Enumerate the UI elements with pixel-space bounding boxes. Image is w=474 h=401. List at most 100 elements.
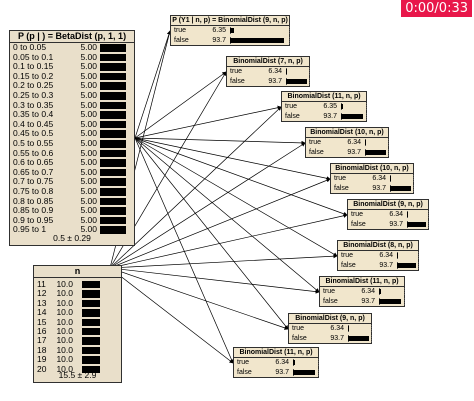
binomial-node[interactable]: BinomialDist (9, n, p) true 6.34 false 93.7: [347, 199, 429, 230]
n-node-title: n: [34, 266, 121, 278]
binomial-bar: [293, 369, 316, 375]
binomial-state-value: 93.7: [212, 36, 226, 44]
n-node-summary: 15.5 ± 2.9: [58, 370, 97, 380]
binomial-state-true: true 6.34: [320, 287, 405, 297]
binomial-bar: [407, 212, 409, 217]
arrow-from-n: [109, 254, 338, 269]
binomial-state-false: false 93.7: [348, 220, 429, 230]
arrow-from-n: [109, 267, 320, 294]
arrow-from-n: [109, 178, 331, 269]
beta-state-bar: [100, 82, 126, 90]
beta-state-bar: [100, 149, 126, 158]
binomial-state-true: true 6.34: [348, 210, 429, 220]
beta-state-bar: [100, 216, 126, 225]
beta-state-bar: [100, 140, 126, 148]
binomial-state-false: false 93.7: [234, 368, 319, 378]
n-node[interactable]: n 11 10.0 12 10.0 13 10.0 14 10.0 15 10.0 16 10.0 17…: [33, 265, 122, 383]
binomial-bar: [390, 176, 392, 181]
n-state-bar: [82, 328, 100, 336]
binomial-state-value: 93.7: [330, 334, 344, 342]
beta-state-bar: [100, 120, 126, 129]
arrow-from-n: [109, 106, 282, 269]
binomial-state-false: false 93.7: [331, 184, 414, 194]
binomial-node-title: P (Y1 | n, p) = BinomialDist (9, n, p): [171, 17, 289, 26]
binomial-state-value: 93.7: [389, 220, 403, 228]
binomial-bar: [230, 28, 234, 33]
beta-node-summary: 0.5 ± 0.29: [53, 233, 91, 243]
binomial-bar: [390, 185, 411, 191]
binomial-node[interactable]: BinomialDist (10, n, p) true 6.34 false 93.7: [330, 163, 414, 194]
binomial-state-value: 6.35: [323, 103, 337, 110]
binomial-node-title: BinomialDist (11, n, p): [234, 348, 318, 358]
n-state-row: 18 10.0: [34, 345, 121, 355]
binomial-state-label: true: [174, 27, 187, 34]
binomial-node-title: BinomialDist (9, n, p): [348, 200, 428, 210]
binomial-bar-track: [348, 325, 372, 332]
binomial-bar: [379, 289, 381, 294]
timer-badge: 0:00/0:33: [401, 0, 472, 17]
arrow-from-n: [109, 267, 289, 330]
binomial-bar-track: [341, 103, 367, 110]
binomial-node-title: BinomialDist (10, n, p): [331, 164, 413, 174]
binomial-state-true: true 6.34: [306, 138, 389, 148]
beta-state-bar: [100, 111, 126, 119]
binomial-bar-track: [379, 288, 405, 295]
binomial-node[interactable]: BinomialDist (10, n, p) true 6.34 false 93.7: [305, 127, 389, 158]
binomial-state-label: true: [292, 325, 305, 332]
n-state-row: 16 10.0: [34, 326, 121, 336]
binomial-state-true: true 6.34: [227, 67, 310, 77]
n-state-row: 15 10.0: [34, 317, 121, 327]
binomial-node-title: BinomialDist (10, n, p): [306, 128, 388, 138]
n-state-bar: [82, 309, 100, 317]
binomial-node[interactable]: BinomialDist (11, n, p) true 6.34 false 93.7: [319, 276, 405, 307]
beta-state-bar: [100, 53, 126, 62]
beta-state-bar: [100, 207, 126, 215]
n-state-row: 13 10.0: [34, 298, 121, 308]
binomial-state-value: 93.7: [275, 368, 289, 376]
binomial-bar-track: [365, 139, 389, 146]
n-state-bar: [82, 346, 100, 355]
n-state-bar: [82, 290, 100, 298]
binomial-state-label: false: [341, 261, 356, 269]
binomial-bar-track: [230, 27, 290, 34]
binomial-state-label: false: [334, 184, 349, 192]
binomial-node[interactable]: BinomialDist (8, n, p) true 6.34 false 93.7: [337, 240, 419, 271]
binomial-state-false: false 93.7: [227, 77, 310, 87]
beta-state-bar: [100, 168, 126, 177]
n-state-row: 17 10.0: [34, 335, 121, 345]
binomial-state-label: true: [341, 252, 354, 259]
arrow-from-p: [134, 137, 320, 293]
binomial-state-label: false: [323, 297, 338, 305]
binomial-state-label: true: [285, 103, 298, 110]
arrow-from-n: [109, 142, 306, 269]
binomial-bar: [379, 298, 402, 304]
binomial-state-true: true 6.34: [234, 358, 319, 368]
binomial-state-false: false 93.7: [282, 112, 367, 122]
arrow-from-p: [134, 137, 331, 181]
n-state-bar: [82, 356, 100, 364]
binomial-bar-track: [397, 252, 419, 259]
arrow-from-p: [134, 137, 234, 364]
binomial-state-label: true: [237, 359, 250, 366]
binomial-state-true: true 6.34: [338, 251, 419, 261]
binomial-state-true: true 6.35: [282, 102, 367, 112]
binomial-bar-track: [286, 68, 310, 75]
binomial-node-title: BinomialDist (8, n, p): [338, 241, 418, 251]
binomial-node[interactable]: BinomialDist (11, n, p) true 6.35 false 93.7: [281, 91, 367, 122]
arrow-from-n: [109, 267, 234, 364]
binomial-state-label: false: [285, 112, 300, 120]
binomial-bar-track: [293, 359, 319, 366]
beta-state-bar: [100, 72, 126, 81]
binomial-node[interactable]: BinomialDist (11, n, p) true 6.34 false 93.7: [233, 347, 319, 378]
binomial-node[interactable]: BinomialDist (9, n, p) true 6.34 false 93.7: [288, 313, 372, 344]
binomial-bar-track: [407, 211, 429, 218]
arrow-from-p: [134, 137, 306, 145]
binomial-node[interactable]: BinomialDist (7, n, p) true 6.34 false 93.7: [226, 56, 310, 87]
beta-prior-node[interactable]: P (p | ) = BetaDist (p, 1, 1) 0 to 0.05 5…: [9, 30, 135, 246]
binomial-node[interactable]: P (Y1 | n, p) = BinomialDist (9, n, p) tr…: [170, 15, 290, 46]
binomial-state-value: 6.34: [347, 139, 361, 146]
binomial-state-value: 6.34: [361, 288, 375, 295]
beta-state-bar: [100, 63, 126, 71]
binomial-state-false: false 93.7: [338, 261, 419, 271]
binomial-state-value: 93.7: [372, 184, 386, 192]
